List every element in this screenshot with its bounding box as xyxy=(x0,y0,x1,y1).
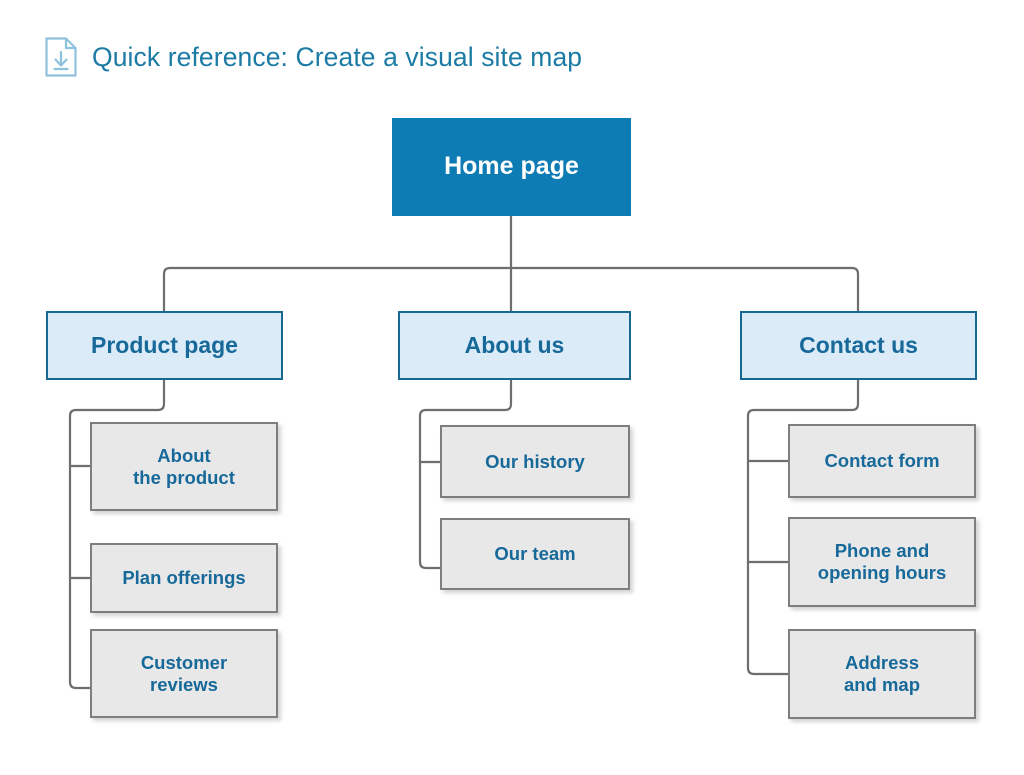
node-label-line-1: Address xyxy=(845,652,919,673)
node-label-line-2: the product xyxy=(133,467,235,488)
node-label: Address and map xyxy=(844,652,920,696)
node-home-page[interactable]: Home page xyxy=(392,118,631,216)
node-address-and-map[interactable]: Address and map xyxy=(788,629,976,719)
node-contact-us[interactable]: Contact us xyxy=(740,311,977,380)
node-about-the-product[interactable]: About the product xyxy=(90,422,278,511)
node-label: Our team xyxy=(494,543,575,565)
node-label-line-2: opening hours xyxy=(818,562,946,583)
node-label: Plan offerings xyxy=(122,567,245,589)
connector-level1-bus xyxy=(164,268,858,312)
node-label: About the product xyxy=(133,445,235,489)
node-label: Contact form xyxy=(824,450,939,472)
node-product-page[interactable]: Product page xyxy=(46,311,283,380)
node-phone-and-opening-hours[interactable]: Phone and opening hours xyxy=(788,517,976,607)
node-label: Product page xyxy=(91,332,238,359)
node-plan-offerings[interactable]: Plan offerings xyxy=(90,543,278,613)
node-label-line-2: and map xyxy=(844,674,920,695)
node-label: Our history xyxy=(485,451,585,473)
node-label: Phone and opening hours xyxy=(818,540,946,584)
node-label: Contact us xyxy=(799,332,918,359)
node-label: Home page xyxy=(444,152,579,182)
site-map-page: Quick reference: Create a visual site ma… xyxy=(0,0,1024,775)
node-our-history[interactable]: Our history xyxy=(440,425,630,498)
site-map-diagram: Home page Product page About us Contact … xyxy=(0,0,1024,775)
node-about-us[interactable]: About us xyxy=(398,311,631,380)
node-customer-reviews[interactable]: Customer reviews xyxy=(90,629,278,718)
node-our-team[interactable]: Our team xyxy=(440,518,630,590)
node-label-line-1: Phone and xyxy=(835,540,930,561)
node-label-line-1: Customer xyxy=(141,652,227,673)
node-contact-form[interactable]: Contact form xyxy=(788,424,976,498)
node-label: About us xyxy=(465,332,565,359)
node-label-line-1: About xyxy=(157,445,210,466)
node-label-line-2: reviews xyxy=(150,674,218,695)
node-label: Customer reviews xyxy=(141,652,227,696)
